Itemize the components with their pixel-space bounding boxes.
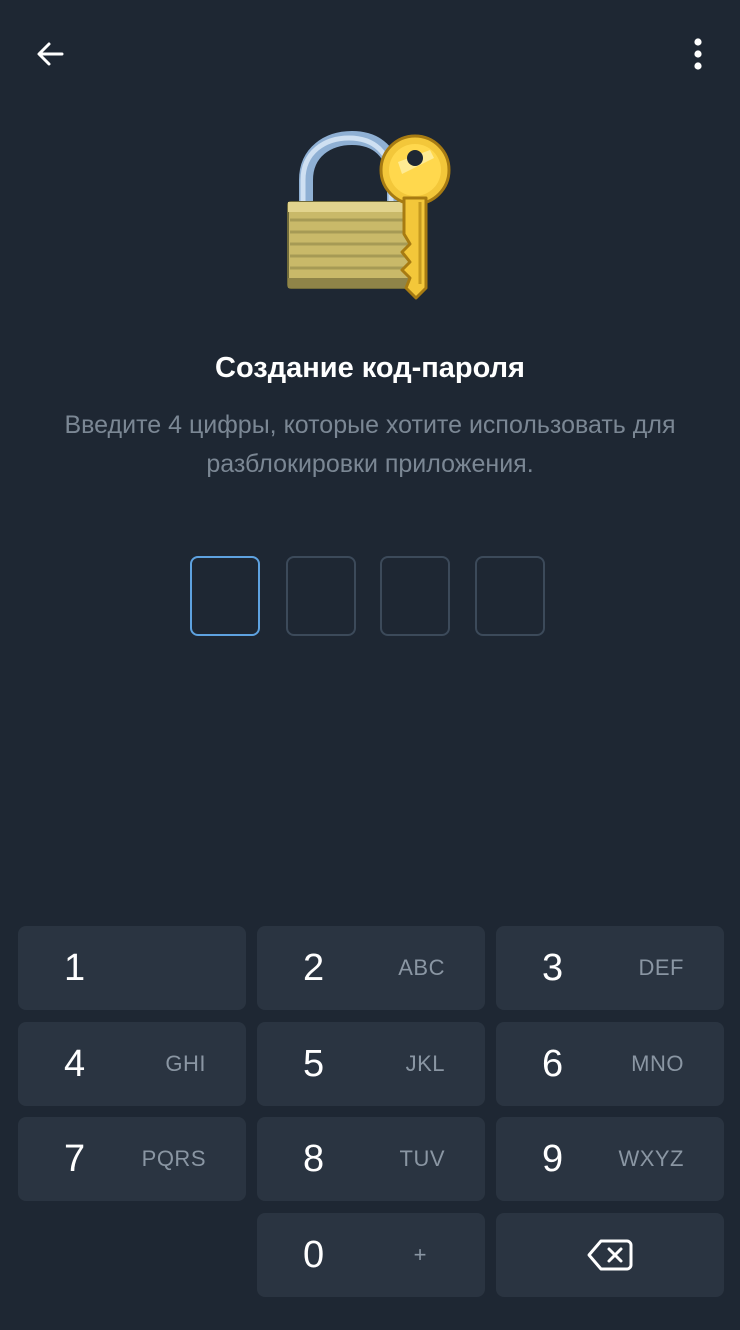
key-letters: DEF (638, 955, 684, 980)
key-digit: 5 (303, 1043, 325, 1085)
page-title: Создание код-пароля (215, 352, 525, 384)
key-digit: 3 (542, 947, 564, 989)
backspace-button[interactable] (496, 1213, 724, 1297)
key-9[interactable]: 9 WXYZ (496, 1117, 724, 1201)
key-digit: 7 (64, 1138, 86, 1180)
key-letters: ABC (398, 955, 445, 980)
key-digit: 6 (542, 1043, 564, 1085)
page-subtitle: Введите 4 цифры, которые хотите использо… (30, 406, 710, 484)
subtitle-line-2: разблокировки приложения. (206, 450, 534, 478)
subtitle-line-1: Введите 4 цифры, которые хотите использо… (64, 411, 676, 439)
key-letters: TUV (399, 1146, 445, 1171)
key-digit: 9 (542, 1138, 564, 1180)
key-digit: 8 (303, 1138, 325, 1180)
key-7[interactable]: 7 PQRS (18, 1117, 246, 1201)
key-letters: PQRS (141, 1146, 206, 1171)
numeric-keypad: 1 2 ABC 3 DEF 4 GHI 5 JKL 6 MNO 7 PQRS 8… (18, 926, 724, 1298)
key-5[interactable]: 5 JKL (257, 1022, 485, 1106)
key-letters: + (413, 1242, 427, 1267)
key-6[interactable]: 6 MNO (496, 1022, 724, 1106)
backspace-icon (587, 1239, 633, 1271)
key-digit: 0 (303, 1234, 325, 1276)
lock-with-key-icon (270, 128, 470, 308)
key-digit: 4 (64, 1043, 86, 1085)
key-letters: JKL (405, 1051, 445, 1076)
key-letters: WXYZ (618, 1146, 684, 1171)
passcode-digit-box-2[interactable] (286, 556, 356, 636)
key-2[interactable]: 2 ABC (257, 926, 485, 1010)
arrow-left-icon (37, 42, 64, 66)
key-0[interactable]: 0 + (257, 1213, 485, 1297)
key-4[interactable]: 4 GHI (18, 1022, 246, 1106)
key-1[interactable]: 1 (18, 926, 246, 1010)
key-digit: 2 (303, 947, 325, 989)
key-8[interactable]: 8 TUV (257, 1117, 485, 1201)
passcode-digit-box-4[interactable] (475, 556, 545, 636)
passcode-digit-box-1[interactable] (190, 556, 260, 636)
more-options-button[interactable] (676, 30, 720, 78)
key-letters: MNO (631, 1051, 684, 1076)
passcode-input[interactable] (190, 556, 550, 640)
more-vertical-icon (694, 38, 702, 70)
back-button[interactable] (22, 30, 78, 78)
key-letters: GHI (165, 1051, 206, 1076)
app-bar (0, 0, 740, 110)
key-3[interactable]: 3 DEF (496, 926, 724, 1010)
key-digit: 1 (64, 947, 86, 989)
passcode-digit-box-3[interactable] (380, 556, 450, 636)
